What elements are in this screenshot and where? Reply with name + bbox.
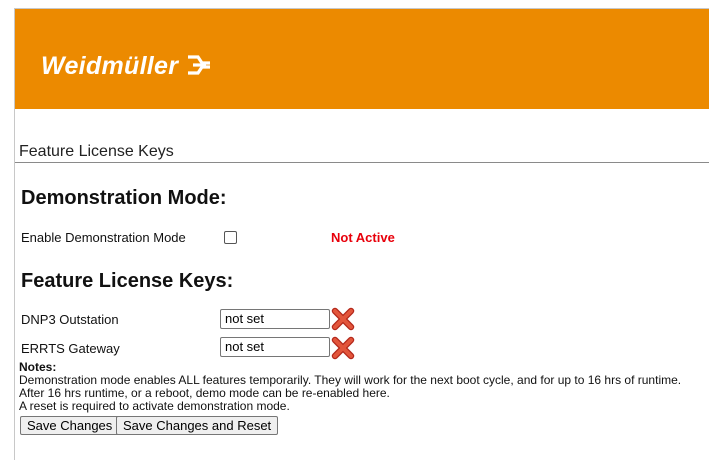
brand-mark-icon	[186, 54, 212, 81]
brand-name: Weidmüller	[41, 52, 179, 80]
key-input-errts[interactable]: not set	[220, 337, 330, 357]
demo-status: Not Active	[331, 230, 395, 245]
red-x-icon[interactable]	[331, 336, 355, 360]
key-label-dnp3: DNP3 Outstation	[21, 312, 119, 327]
key-input-dnp3[interactable]: not set	[220, 309, 330, 329]
notes-section: Notes: Demonstration mode enables ALL fe…	[19, 361, 681, 413]
key-label-errts: ERRTS Gateway	[21, 341, 120, 356]
notes-line: A reset is required to activate demonstr…	[19, 399, 290, 413]
red-x-icon[interactable]	[331, 307, 355, 331]
license-keys-heading: Feature License Keys:	[21, 270, 234, 292]
enable-demo-checkbox[interactable]	[224, 231, 237, 244]
page-title: Feature License Keys	[19, 143, 174, 160]
save-changes-and-reset-button[interactable]: Save Changes and Reset	[116, 416, 279, 435]
brand-logo: Weidmüller	[41, 52, 212, 81]
divider	[15, 162, 709, 163]
main-frame: Weidmüller Feature License Keys Demonstr…	[14, 8, 709, 460]
enable-demo-label: Enable Demonstration Mode	[21, 230, 186, 245]
demo-mode-heading: Demonstration Mode:	[21, 187, 227, 209]
save-changes-button[interactable]: Save Changes	[20, 416, 120, 435]
header-banner: Weidmüller	[15, 9, 709, 109]
